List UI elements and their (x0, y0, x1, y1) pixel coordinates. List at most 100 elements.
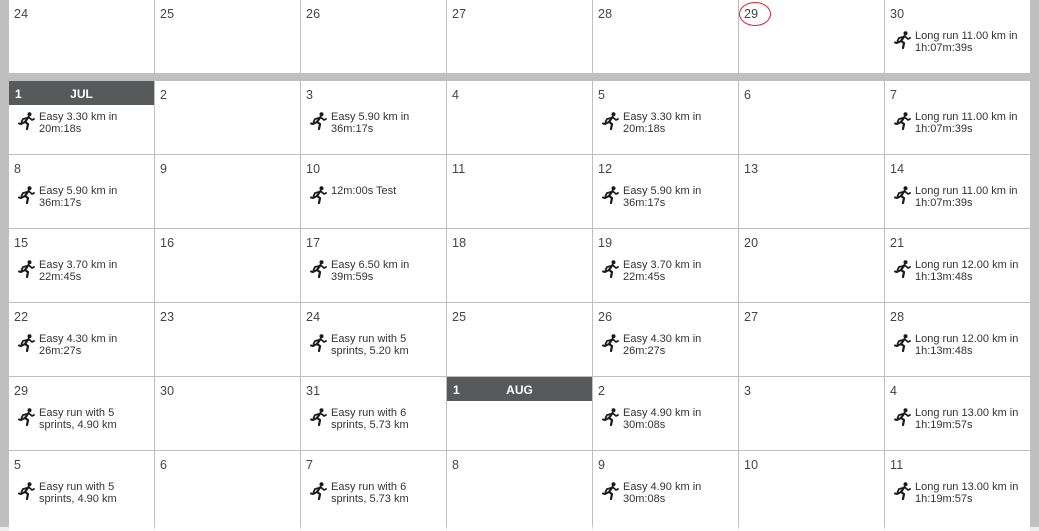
activity-entry[interactable]: Long run 13.00 km in 1h:19m:57s (893, 481, 1026, 513)
day-cell[interactable]: 26 Easy 4.30 km in 26m:27s (593, 303, 738, 376)
day-cell[interactable]: 29 Easy run with 5 sprints, 4.90 km (9, 377, 154, 450)
day-cell[interactable]: 23 (155, 303, 300, 376)
activity-entry[interactable]: Easy 5.90 km in 36m:17s (17, 185, 150, 217)
day-cell[interactable]: 5 Easy 3.30 km in 20m:18s (593, 81, 738, 154)
day-cell[interactable]: 4 Long run 13.00 km in 1h:19m:57s (885, 377, 1030, 450)
day-cell[interactable]: 28 Long run 12.00 km in 1h:13m:48s (885, 303, 1030, 376)
day-cell[interactable]: 21 Long run 12.00 km in 1h:13m:48s (885, 229, 1030, 302)
day-cell[interactable]: 30 Long run 11.00 km in 1h:07m:39s (885, 0, 1030, 73)
activity-entry[interactable]: Long run 11.00 km in 1h:07m:39s (893, 111, 1026, 143)
day-cell[interactable]: 2 Easy 4.90 km in 30m:08s (593, 377, 738, 450)
activity-entry[interactable]: Easy 5.90 km in 36m:17s (309, 111, 442, 143)
day-cell[interactable]: 28 (593, 0, 738, 73)
activity-entry[interactable]: Easy 3.30 km in 20m:18s (17, 111, 150, 143)
day-cell[interactable]: 27 (447, 0, 592, 73)
runner-icon (601, 333, 621, 353)
day-cell[interactable]: 22 Easy 4.30 km in 26m:27s (9, 303, 154, 376)
activity-entry[interactable]: Easy run with 5 sprints, 4.90 km (17, 407, 150, 439)
day-number: 8 (14, 162, 22, 176)
activity-entry[interactable]: Easy run with 6 sprints, 5.73 km (309, 407, 442, 439)
day-cell[interactable]: 7 Easy run with 6 sprints, 5.73 km (301, 451, 446, 531)
day-number: 11 (452, 162, 466, 176)
day-cell[interactable]: 3 (739, 377, 884, 450)
day-cell[interactable]: 11 (447, 155, 592, 228)
day-cell[interactable]: 26 (301, 0, 446, 73)
day-cell[interactable]: 25 (155, 0, 300, 73)
day-cell[interactable]: 12 Easy 5.90 km in 36m:17s (593, 155, 738, 228)
day-number: 5 (14, 458, 22, 472)
calendar-grid: 24 25 26 27 28 29 30 Long run 11.00 km in 1h:07… (0, 0, 1039, 531)
runner-icon (893, 185, 913, 205)
activity-entry[interactable]: Easy 3.30 km in 20m:18s (601, 111, 734, 143)
day-cell[interactable]: 6 (739, 81, 884, 154)
day-cell[interactable]: 14 Long run 11.00 km in 1h:07m:39s (885, 155, 1030, 228)
day-number: 23 (160, 310, 175, 324)
day-cell[interactable]: 10 12m:00s Test (301, 155, 446, 228)
day-cell[interactable]: 15 Easy 3.70 km in 22m:45s (9, 229, 154, 302)
day-cell[interactable]: 31 Easy run with 6 sprints, 5.73 km (301, 377, 446, 450)
activity-entry[interactable]: Easy 4.30 km in 26m:27s (17, 333, 150, 365)
activity-entry[interactable]: 12m:00s Test (309, 185, 442, 217)
day-cell[interactable]: 7 Long run 11.00 km in 1h:07m:39s (885, 81, 1030, 154)
day-cell[interactable]: 29 (739, 0, 884, 73)
day-cell[interactable]: 19 Easy 3.70 km in 22m:45s (593, 229, 738, 302)
day-cell[interactable]: 18 (447, 229, 592, 302)
day-cell[interactable]: 1 JUL Easy 3.30 km in 20m:18s (9, 81, 154, 154)
day-number: 9 (160, 162, 168, 176)
day-number: 10 (744, 458, 759, 472)
day-cell[interactable]: 2 (155, 81, 300, 154)
day-cell[interactable]: 6 (155, 451, 300, 531)
day-cell[interactable]: 30 (155, 377, 300, 450)
day-cell[interactable]: 16 (155, 229, 300, 302)
activity-label: Easy run with 6 sprints, 5.73 km (331, 481, 409, 505)
day-number: 19 (598, 236, 613, 250)
activity-entry[interactable]: Long run 12.00 km in 1h:13m:48s (893, 333, 1026, 365)
day-cell[interactable]: 5 Easy run with 5 sprints, 4.90 km (9, 451, 154, 531)
day-cell[interactable]: 9 (155, 155, 300, 228)
activity-entry[interactable]: Long run 11.00 km in 1h:07m:39s (893, 30, 1026, 62)
day-cell[interactable]: 27 (739, 303, 884, 376)
day-cell[interactable]: 8 Easy 5.90 km in 36m:17s (9, 155, 154, 228)
activity-label: Long run 12.00 km in 1h:13m:48s (915, 259, 1019, 283)
day-cell[interactable]: 9 Easy 4.90 km in 30m:08s (593, 451, 738, 531)
day-cell[interactable]: 17 Easy 6.50 km in 39m:59s (301, 229, 446, 302)
activity-entry[interactable]: Easy 4.90 km in 30m:08s (601, 407, 734, 439)
day-cell[interactable]: 24 (9, 0, 154, 73)
month-label: AUG (506, 383, 533, 397)
activity-entry[interactable]: Long run 13.00 km in 1h:19m:57s (893, 407, 1026, 439)
day-number: 4 (452, 88, 460, 102)
day-cell[interactable]: 20 (739, 229, 884, 302)
activity-entry[interactable]: Easy 3.70 km in 22m:45s (17, 259, 150, 291)
activity-entry[interactable]: Easy run with 5 sprints, 4.90 km (17, 481, 150, 513)
activity-entry[interactable]: Easy 6.50 km in 39m:59s (309, 259, 442, 291)
day-cell[interactable]: 8 (447, 451, 592, 531)
month-header: 1 AUG (447, 377, 592, 401)
day-number: 3 (306, 88, 314, 102)
activity-label: 12m:00s Test (331, 185, 397, 197)
day-cell[interactable]: 1 AUG (447, 377, 592, 450)
day-number: 21 (890, 236, 905, 250)
activity-label: Easy run with 5 sprints, 4.90 km (39, 481, 117, 505)
activity-label: Long run 11.00 km in 1h:07m:39s (915, 30, 1018, 54)
today-marker (739, 2, 771, 26)
day-cell[interactable]: 24 Easy run with 5 sprints, 5.20 km (301, 303, 446, 376)
day-cell[interactable]: 11 Long run 13.00 km in 1h:19m:57s (885, 451, 1030, 531)
activity-entry[interactable]: Easy 4.30 km in 26m:27s (601, 333, 734, 365)
activity-entry[interactable]: Easy run with 6 sprints, 5.73 km (309, 481, 442, 513)
day-cell[interactable]: 13 (739, 155, 884, 228)
activity-entry[interactable]: Long run 12.00 km in 1h:13m:48s (893, 259, 1026, 291)
day-cell[interactable]: 25 (447, 303, 592, 376)
day-cell[interactable]: 3 Easy 5.90 km in 36m:17s (301, 81, 446, 154)
day-cell[interactable]: 4 (447, 81, 592, 154)
runner-icon (893, 259, 913, 279)
day-number: 3 (744, 384, 752, 398)
activity-entry[interactable]: Easy 4.90 km in 30m:08s (601, 481, 734, 513)
activity-entry[interactable]: Easy run with 5 sprints, 5.20 km (309, 333, 442, 365)
activity-entry[interactable]: Easy 3.70 km in 22m:45s (601, 259, 734, 291)
day-number: 11 (890, 458, 904, 472)
day-number: 30 (890, 7, 905, 21)
activity-entry[interactable]: Long run 11.00 km in 1h:07m:39s (893, 185, 1026, 217)
activity-entry[interactable]: Easy 5.90 km in 36m:17s (601, 185, 734, 217)
runner-icon (893, 111, 913, 131)
day-cell[interactable]: 10 (739, 451, 884, 531)
